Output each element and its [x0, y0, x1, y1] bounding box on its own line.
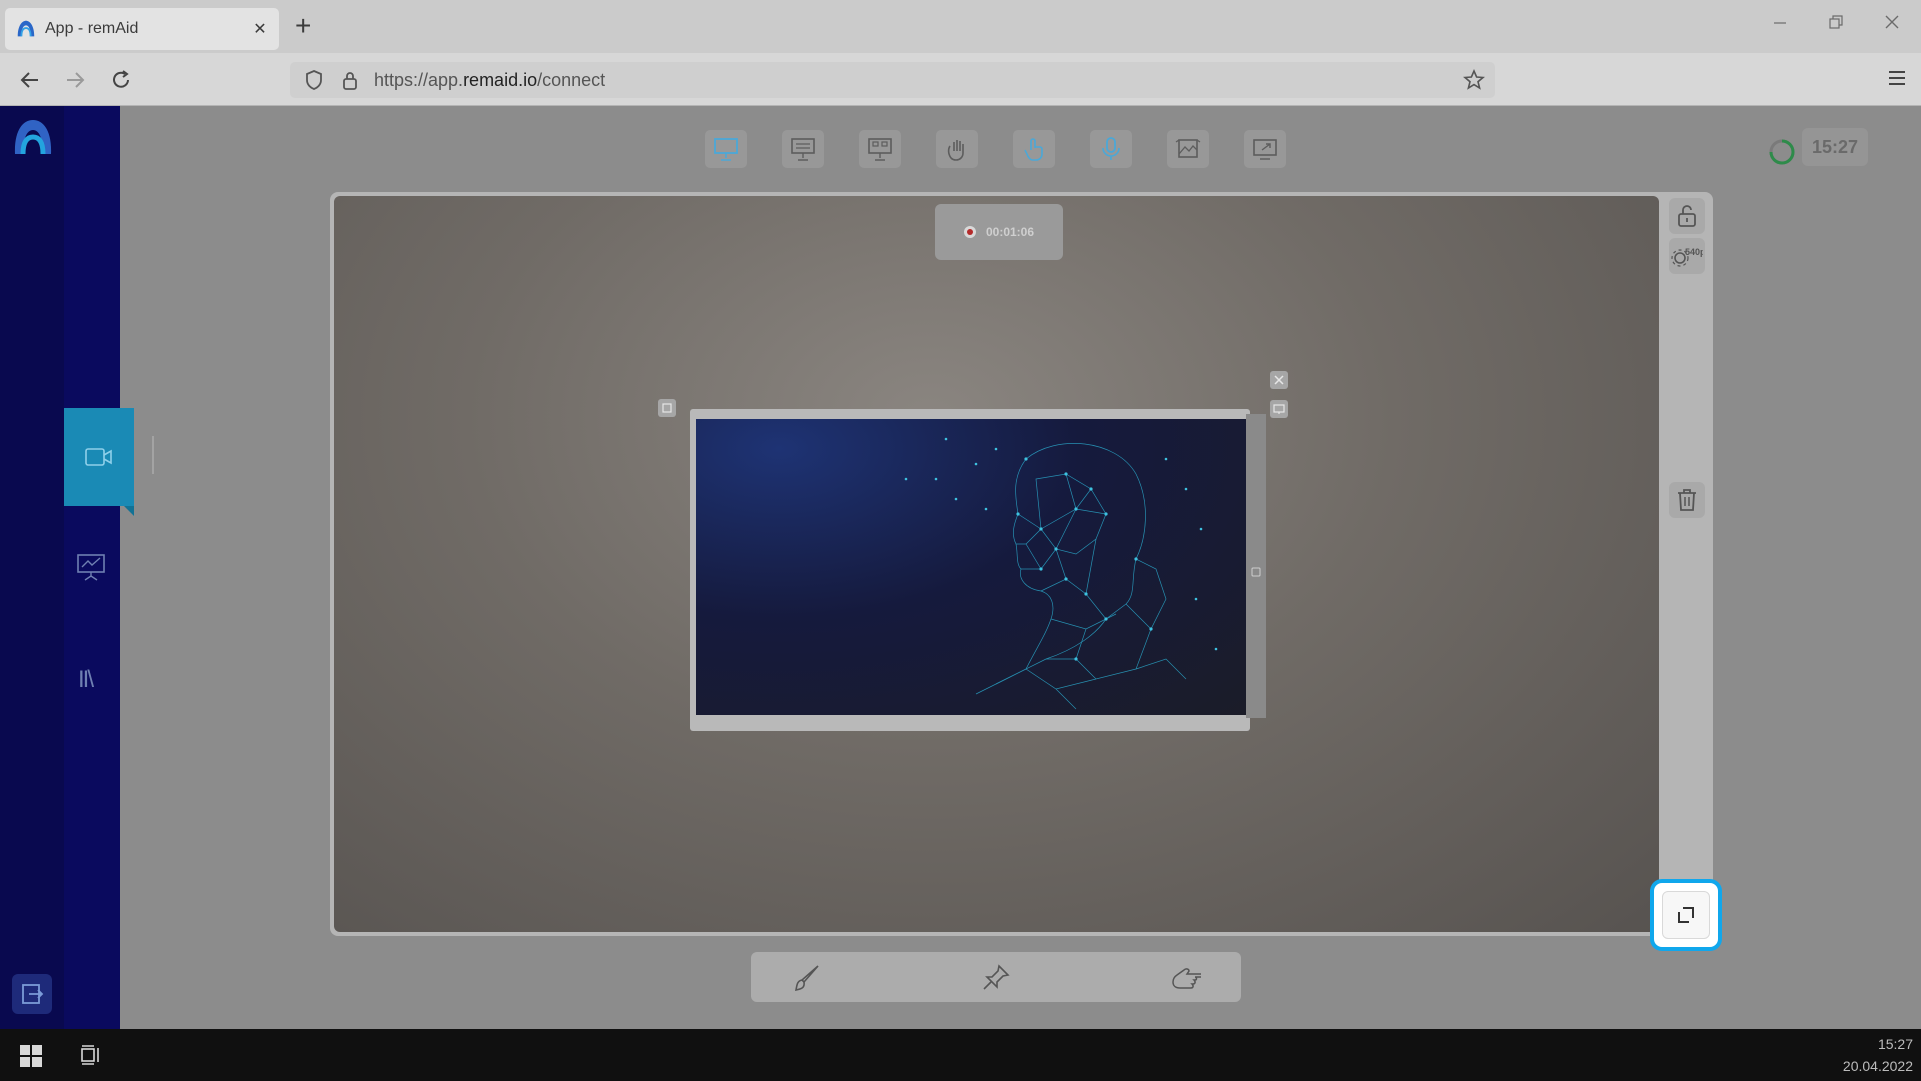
address-bar[interactable]: https://app.remaid.io/connect: [290, 62, 1495, 98]
back-button[interactable]: [17, 67, 43, 93]
image-crop-button[interactable]: [1167, 130, 1209, 168]
minimize-icon[interactable]: [1772, 14, 1788, 30]
quality-gear-icon: 540p: [1671, 247, 1703, 267]
browser-nav-bar: https://app.remaid.io/connect: [0, 53, 1921, 106]
brush-tool-button[interactable]: [791, 962, 823, 994]
pin-tool-button[interactable]: [980, 962, 1012, 994]
url-text: https://app.remaid.io/connect: [374, 69, 606, 90]
image-crop-icon: [1175, 139, 1201, 158]
exit-icon: [22, 984, 44, 1004]
fullscreen-button[interactable]: [1650, 879, 1722, 951]
microphone-button[interactable]: [1090, 130, 1132, 168]
presentation-settings-icon: [791, 138, 815, 161]
tab-close-icon[interactable]: ✕: [251, 19, 269, 39]
annotation-toolbar: [751, 952, 1241, 1002]
tray-date: 20.04.2022: [1842, 1058, 1913, 1074]
video-camera-icon: [85, 448, 112, 466]
tray-time: 15:27: [1877, 1036, 1913, 1052]
arrow-right-icon: [67, 72, 85, 88]
brush-icon: [794, 965, 819, 992]
pointing-hand-icon: [1172, 968, 1201, 989]
task-view-icon[interactable]: [80, 1044, 102, 1066]
video-quality-button[interactable]: 540p: [1669, 238, 1705, 274]
browser-tab-bar: App - remAid ✕ +: [0, 0, 1921, 53]
touch-pointer-button[interactable]: [1013, 130, 1055, 168]
remote-video-feed: 00:01:06: [334, 196, 1659, 932]
panel-settings-button[interactable]: [1270, 400, 1288, 418]
trash-icon: [1678, 489, 1696, 511]
recording-indicator: 00:01:06: [935, 204, 1063, 260]
exit-session-button[interactable]: [12, 974, 52, 1014]
shared-content-panel[interactable]: [690, 409, 1250, 731]
pin-icon: [983, 964, 1010, 990]
browser-tab[interactable]: App - remAid ✕: [5, 8, 279, 50]
pin-icon: [662, 403, 672, 413]
remaid-favicon-icon: [17, 20, 35, 37]
fullscreen-button-inner: [1662, 891, 1710, 939]
recording-dot-icon: [963, 226, 976, 238]
shield-icon[interactable]: [304, 69, 324, 91]
sidebar-item-video[interactable]: [64, 408, 134, 516]
lock-icon[interactable]: [340, 69, 360, 91]
hand-gesture-button[interactable]: [936, 130, 978, 168]
unlock-button[interactable]: [1669, 198, 1705, 234]
reload-icon: [113, 70, 129, 88]
windows-taskbar: 15:27 20.04.2022: [0, 1029, 1921, 1081]
screen-share-icon: [1253, 139, 1277, 160]
arrow-left-icon: [20, 72, 38, 88]
windows-start-icon[interactable]: [20, 1045, 42, 1067]
hamburger-menu-icon[interactable]: [1887, 69, 1907, 87]
video-frame: 00:01:06 540p: [330, 192, 1713, 936]
presentation-grid-icon: [868, 138, 892, 161]
panel-side-handle[interactable]: [1246, 414, 1266, 718]
quality-label: 540p: [1685, 247, 1703, 257]
bookmark-star-icon[interactable]: [1463, 69, 1485, 91]
close-icon: [1274, 375, 1284, 385]
unlock-icon: [1678, 205, 1696, 227]
microphone-icon: [1102, 137, 1120, 160]
screen-icon: [1273, 404, 1285, 414]
delete-button[interactable]: [1669, 482, 1705, 518]
remaid-app: II\ 15:27 00:01:06 540p: [0, 106, 1921, 1029]
remaid-logo-icon[interactable]: [10, 114, 56, 160]
forward-button[interactable]: [62, 67, 88, 93]
sidebar-item-presentation-icon[interactable]: [76, 552, 106, 582]
pointer-tool-button[interactable]: [1169, 962, 1201, 994]
sidebar-resize-handle[interactable]: [152, 436, 154, 474]
screen-share-button[interactable]: [1244, 130, 1286, 168]
presentation-grid-button[interactable]: [859, 130, 901, 168]
tab-title: App - remAid: [45, 20, 139, 37]
panel-pin-button[interactable]: [658, 399, 676, 417]
expand-icon: [1678, 907, 1694, 923]
sidebar-item-library[interactable]: II\: [78, 666, 94, 694]
hand-gesture-icon: [947, 140, 964, 161]
system-tray-clock[interactable]: 15:27 20.04.2022: [1843, 1033, 1913, 1077]
presentation-settings-button[interactable]: [782, 130, 824, 168]
session-timer-icon: [1769, 139, 1795, 165]
presentation-board-icon: [714, 138, 738, 161]
presentation-board-button[interactable]: [705, 130, 747, 168]
session-clock: 15:27: [1802, 128, 1868, 166]
sidebar-strip: [0, 106, 64, 1029]
recording-time: 00:01:06: [985, 225, 1035, 239]
panel-close-button[interactable]: [1270, 371, 1288, 389]
touch-pointer-icon: [1024, 138, 1043, 161]
shared-content-image: [696, 419, 1250, 715]
grip-icon: [1251, 567, 1261, 577]
restore-icon[interactable]: [1828, 14, 1844, 30]
new-tab-button[interactable]: +: [295, 12, 311, 40]
digital-face-wireframe-image: [904, 437, 1218, 710]
reload-button[interactable]: [108, 67, 134, 93]
window-close-icon[interactable]: [1884, 14, 1900, 30]
